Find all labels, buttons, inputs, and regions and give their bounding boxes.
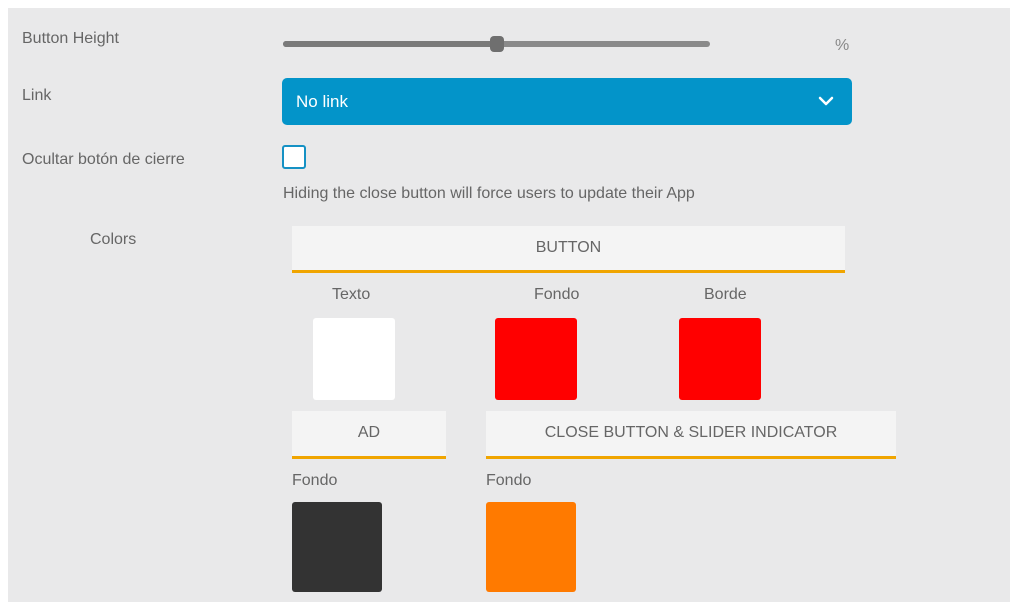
- button-height-label: Button Height: [22, 30, 119, 47]
- close-swatch-label: Fondo: [486, 472, 532, 489]
- close-button-color-swatch[interactable]: [486, 502, 576, 592]
- ad-background-color-swatch[interactable]: [292, 502, 382, 592]
- hide-close-checkbox[interactable]: [282, 145, 306, 169]
- ad-swatch-label: Fondo: [292, 472, 338, 489]
- link-selected-value: No link: [296, 92, 348, 111]
- button-height-slider[interactable]: [283, 36, 710, 52]
- link-select[interactable]: No link: [282, 78, 852, 125]
- button-text-color-swatch[interactable]: [313, 318, 395, 400]
- button-border-color-swatch[interactable]: [679, 318, 761, 400]
- hide-close-label: Ocultar botón de cierre: [22, 151, 185, 168]
- hide-close-hint: Hiding the close button will force users…: [283, 185, 695, 202]
- link-label: Link: [22, 87, 52, 104]
- tab-close-button-title: CLOSE BUTTON & SLIDER INDICATOR: [544, 424, 838, 441]
- tab-ad[interactable]: AD: [292, 411, 446, 459]
- unit-label: %: [835, 37, 850, 54]
- swatch-label-texto: Texto: [332, 286, 371, 303]
- tab-close-button[interactable]: CLOSE BUTTON & SLIDER INDICATOR: [486, 411, 896, 459]
- tab-button[interactable]: BUTTON: [292, 226, 845, 273]
- button-background-color-swatch[interactable]: [495, 318, 577, 400]
- tab-button-title: BUTTON: [535, 239, 602, 256]
- chevron-down-icon: [818, 96, 834, 106]
- swatch-label-fondo: Fondo: [534, 286, 580, 303]
- slider-thumb[interactable]: [489, 36, 504, 52]
- tab-ad-title: AD: [357, 424, 381, 441]
- slider-fill: [283, 41, 497, 47]
- swatch-label-borde: Borde: [704, 286, 747, 303]
- colors-label: Colors: [90, 231, 137, 248]
